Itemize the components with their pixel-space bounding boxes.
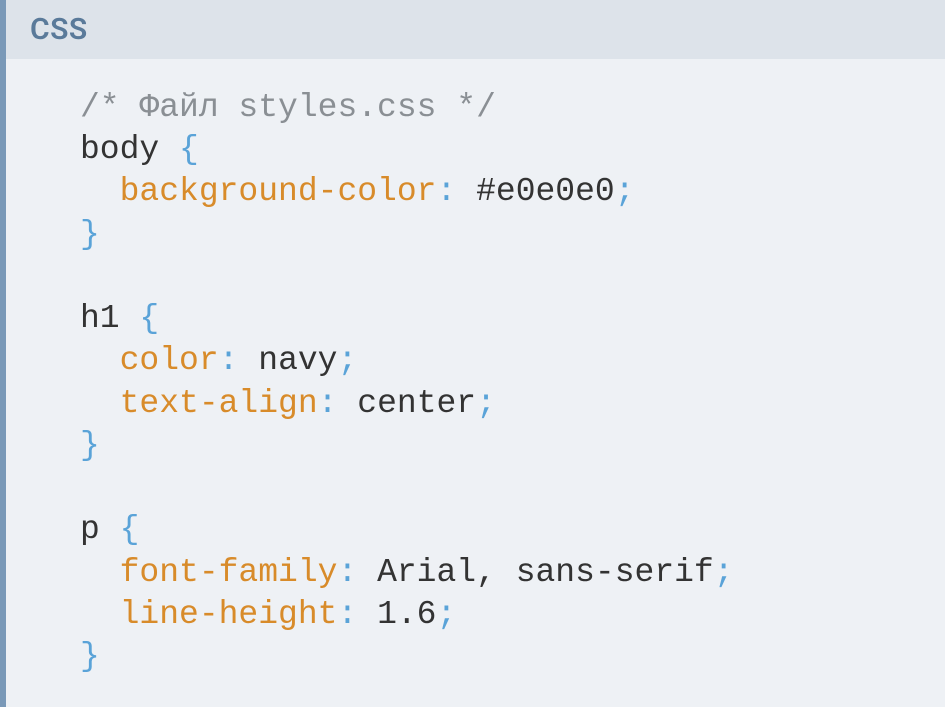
code-line-blank	[80, 467, 945, 509]
property-token: color	[120, 342, 219, 379]
code-line-comment: /* Файл styles.css */	[80, 87, 945, 129]
colon-token: :	[337, 596, 357, 633]
semicolon-token: ;	[437, 596, 457, 633]
code-line-blank	[80, 256, 945, 298]
value-token: navy	[258, 342, 337, 379]
code-line-declaration: background-color: #e0e0e0;	[80, 171, 945, 213]
brace-close-token: }	[80, 427, 100, 464]
code-line-brace-close: }	[80, 636, 945, 678]
semicolon-token: ;	[615, 173, 635, 210]
brace-close-token: }	[80, 216, 100, 253]
code-line-declaration: line-height: 1.6;	[80, 594, 945, 636]
brace-open-token: {	[139, 300, 159, 337]
property-token: font-family	[120, 554, 338, 591]
code-block: CSS /* Файл styles.css */ body { backgro…	[0, 0, 945, 707]
selector-token: h1	[80, 300, 120, 337]
brace-open-token: {	[179, 131, 199, 168]
value-token: center	[357, 385, 476, 422]
colon-token: :	[337, 554, 357, 591]
brace-close-token: }	[80, 638, 100, 675]
value-token: Arial, sans-serif	[377, 554, 714, 591]
colon-token: :	[318, 385, 338, 422]
code-body: /* Файл styles.css */ body { background-…	[6, 59, 945, 678]
value-token: 1.6	[377, 596, 436, 633]
value-token: #e0e0e0	[476, 173, 615, 210]
code-line-brace-close: }	[80, 425, 945, 467]
code-line-declaration: text-align: center;	[80, 383, 945, 425]
selector-token: p	[80, 511, 100, 548]
code-line-declaration: color: navy;	[80, 340, 945, 382]
code-line-selector: h1 {	[80, 298, 945, 340]
property-token: background-color	[120, 173, 437, 210]
semicolon-token: ;	[337, 342, 357, 379]
semicolon-token: ;	[476, 385, 496, 422]
colon-token: :	[219, 342, 239, 379]
selector-token: body	[80, 131, 159, 168]
code-language-label: CSS	[6, 0, 945, 59]
code-line-selector: body {	[80, 129, 945, 171]
colon-token: :	[436, 173, 456, 210]
property-token: line-height	[120, 596, 338, 633]
code-line-declaration: font-family: Arial, sans-serif;	[80, 552, 945, 594]
code-line-selector: p {	[80, 509, 945, 551]
comment-token: /* Файл styles.css */	[80, 89, 496, 126]
code-line-brace-close: }	[80, 214, 945, 256]
property-token: text-align	[120, 385, 318, 422]
semicolon-token: ;	[714, 554, 734, 591]
brace-open-token: {	[120, 511, 140, 548]
